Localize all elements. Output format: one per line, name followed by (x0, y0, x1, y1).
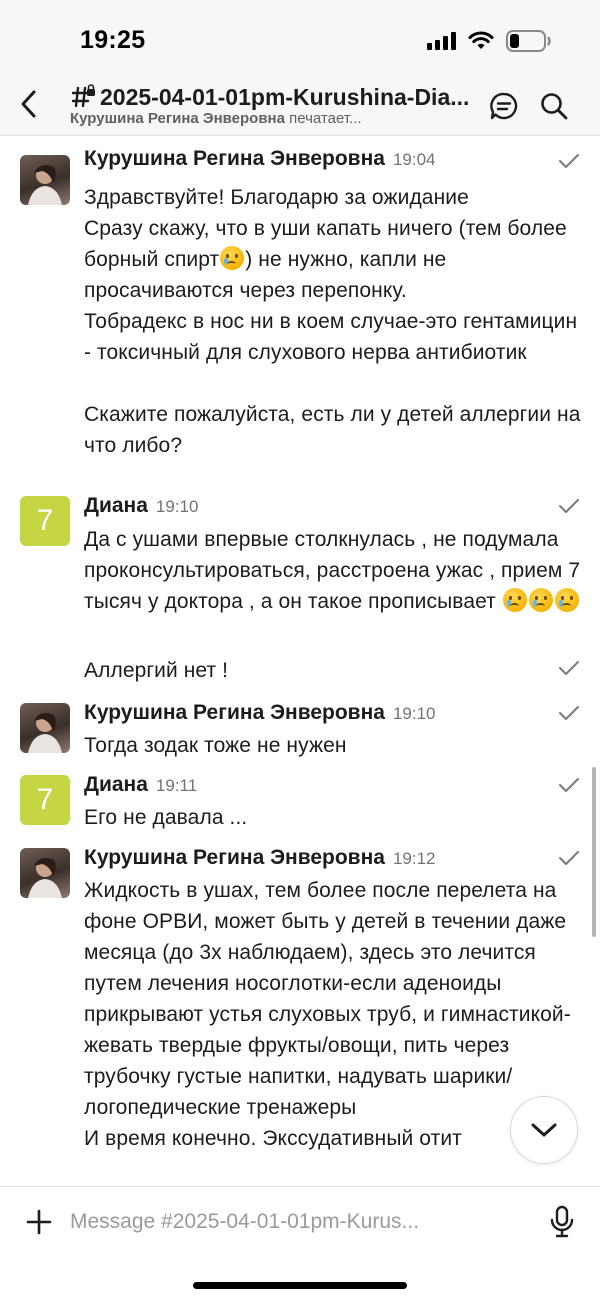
avatar[interactable] (20, 155, 70, 205)
status-bar: 19:25 (0, 0, 600, 80)
avatar[interactable]: 7 (20, 775, 70, 825)
wifi-icon (468, 31, 494, 49)
status-icons (427, 28, 552, 54)
sender-line: Курушина Регина Энверовна 19:12 (84, 846, 436, 870)
back-button[interactable] (14, 86, 44, 122)
message-text: Жидкость в ушах, тем более после перелет… (84, 879, 571, 1150)
checkmark-icon (559, 661, 579, 675)
sender-name[interactable]: Курушина Регина Энверовна (84, 846, 385, 869)
avatar[interactable]: 7 (20, 496, 70, 546)
threads-icon (490, 92, 518, 120)
search-icon (541, 93, 568, 120)
message-text: Тогда зодак тоже не нужен (84, 734, 347, 757)
cellular-signal-icon (427, 32, 456, 50)
scrollbar[interactable] (592, 767, 596, 937)
checkmark-icon (559, 778, 579, 792)
microphone-icon (550, 1205, 574, 1238)
avatar[interactable] (20, 848, 70, 898)
channel-title[interactable]: 2025-04-01-01pm-Kurushina-Dia... (100, 84, 484, 111)
message[interactable]: 7 Диана 19:10 Да с ушами впервые столкнул… (0, 492, 600, 692)
voice-message-button[interactable] (548, 1205, 576, 1239)
hash-lock-icon (72, 84, 95, 108)
status-time: 19:25 (80, 26, 146, 54)
checkmark-icon (559, 499, 579, 513)
jump-to-latest-button[interactable] (510, 1096, 578, 1164)
message-list[interactable]: Курушина Регина Энверовна 19:04 Здравству… (0, 137, 600, 1185)
message-text: Аллергий нет ! (84, 659, 229, 682)
typing-suffix: печатает... (284, 110, 362, 127)
sender-line: Курушина Регина Энверовна 19:04 (84, 147, 436, 171)
crying-face-icon (528, 588, 553, 612)
message-text: Да с ушами впервые столкнулась , не поду… (84, 524, 584, 617)
sender-name[interactable]: Курушина Регина Энверовна (84, 701, 385, 724)
message-time: 19:12 (392, 849, 436, 868)
person-photo-icon (28, 713, 62, 753)
typing-user: Курушина Регина Энверовна (70, 110, 285, 127)
message-time: 19:04 (392, 150, 436, 169)
channel-header: 2025-04-01-01pm-Kurushina-Dia... Курушин… (0, 80, 600, 136)
sender-name[interactable]: Диана (84, 773, 148, 796)
battery-icon (506, 30, 551, 52)
message-time: 19:11 (155, 776, 198, 795)
message-time: 19:10 (392, 704, 436, 723)
crying-face-icon (502, 588, 527, 612)
sender-name[interactable]: Диана (84, 494, 148, 517)
message-text-part: ) не нужно, капли не просачиваются через… (84, 248, 581, 457)
message[interactable]: Курушина Регина Энверовна 19:10 Тогда зод… (0, 699, 600, 769)
home-indicator[interactable] (193, 1282, 407, 1289)
attach-button[interactable] (24, 1207, 54, 1237)
checkmark-icon (559, 851, 579, 865)
message[interactable]: Курушина Регина Энверовна 19:04 Здравству… (0, 145, 600, 490)
message-text: Здравствуйте! Благодарю за ожидание Сраз… (84, 182, 584, 461)
message-time: 19:10 (155, 497, 199, 516)
typing-indicator: Курушина Регина Энверовна печатает... (70, 110, 490, 127)
threads-button[interactable] (488, 90, 520, 122)
avatar[interactable] (20, 703, 70, 753)
search-button[interactable] (538, 90, 570, 122)
chevron-left-icon (21, 90, 36, 118)
sender-line: Диана 19:11 (84, 773, 197, 797)
chevron-down-icon (531, 1123, 557, 1137)
message-text: Его не давала ... (84, 806, 248, 829)
person-photo-icon (28, 858, 62, 898)
message-composer (0, 1186, 600, 1300)
message-input[interactable] (70, 1205, 510, 1239)
crying-face-icon (220, 246, 245, 270)
sender-line: Курушина Регина Энверовна 19:10 (84, 701, 436, 725)
checkmark-icon (559, 154, 579, 168)
crying-face-icon (554, 588, 579, 612)
person-photo-icon (28, 165, 62, 205)
message[interactable]: 7 Диана 19:11 Его не давала ... (0, 771, 600, 841)
sender-name[interactable]: Курушина Регина Энверовна (84, 147, 385, 170)
plus-icon (26, 1209, 52, 1235)
sender-line: Диана 19:10 (84, 494, 198, 518)
checkmark-icon (559, 706, 579, 720)
